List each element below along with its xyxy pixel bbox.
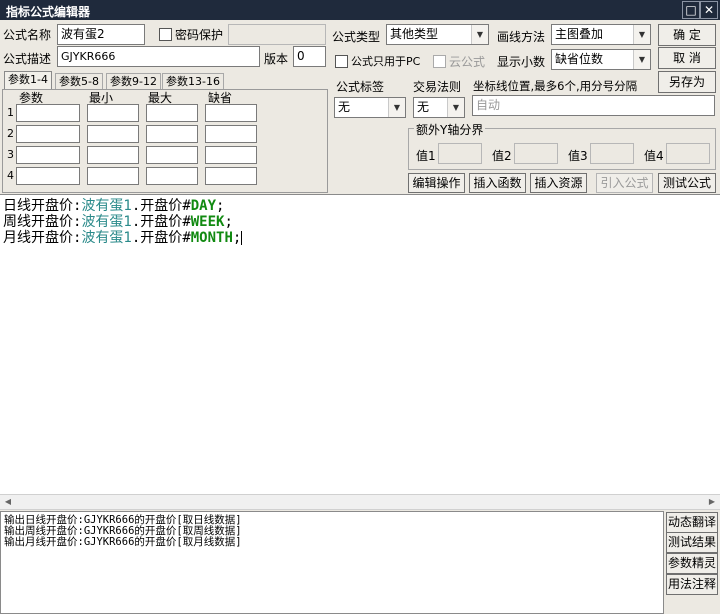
y-value-2-input[interactable]: [514, 143, 558, 164]
y-value-2-label: 值2: [492, 149, 512, 163]
param-default-input[interactable]: [205, 125, 257, 143]
output-line: 输出月线开盘价:GJYKR666的开盘价[取月线数据]: [4, 536, 242, 548]
draw-method-value: 主图叠加: [555, 27, 604, 41]
code-editor[interactable]: 日线开盘价:波有蛋1.开盘价#DAY; 周线开盘价:波有蛋1.开盘价#WEEK;…: [0, 194, 720, 494]
chevron-down-icon: ▼: [633, 50, 650, 69]
param-row-index: 2: [7, 127, 14, 140]
param-min-input[interactable]: [87, 167, 139, 185]
cloud-formula-label: 云公式: [449, 55, 486, 69]
param-name-input[interactable]: [16, 146, 80, 164]
scroll-left-icon[interactable]: ◀: [0, 495, 16, 509]
y-value-4-input[interactable]: [666, 143, 710, 164]
param-wizard-button[interactable]: 参数精灵: [666, 553, 718, 574]
param-min-input[interactable]: [87, 146, 139, 164]
pc-only-checkbox[interactable]: [335, 55, 348, 68]
save-as-button[interactable]: 另存为: [658, 71, 716, 93]
version-input[interactable]: 0: [293, 46, 326, 67]
code-line: 月线开盘价:波有蛋1.开盘价#MONTH;: [3, 230, 243, 246]
dynamic-translate-button[interactable]: 动态翻译: [666, 512, 718, 533]
param-min-input[interactable]: [87, 104, 139, 122]
draw-method-label: 画线方法: [497, 30, 546, 44]
insert-function-button[interactable]: 插入函数: [469, 173, 526, 193]
formula-type-select[interactable]: 其他类型 ▼: [386, 24, 489, 45]
param-name-input[interactable]: [16, 125, 80, 143]
window-title: 指标公式编辑器: [6, 5, 91, 19]
password-checkbox[interactable]: [159, 28, 172, 41]
formula-tag-value: 无: [338, 100, 351, 114]
decimals-label: 显示小数: [497, 55, 546, 69]
param-name-input[interactable]: [16, 104, 80, 122]
title-bar: 指标公式编辑器 □ ✕: [0, 0, 720, 20]
tab-params-9-12[interactable]: 参数9-12: [106, 73, 161, 89]
version-label: 版本: [264, 52, 289, 66]
formula-name-label: 公式名称: [3, 28, 52, 42]
param-default-input[interactable]: [205, 146, 257, 164]
decimals-value: 缺省位数: [555, 52, 604, 66]
y-value-3-input[interactable]: [590, 143, 634, 164]
scroll-right-icon[interactable]: ▶: [704, 495, 720, 509]
import-formula-button[interactable]: 引入公式: [596, 173, 653, 193]
param-max-input[interactable]: [146, 125, 198, 143]
param-default-input[interactable]: [205, 167, 257, 185]
param-max-input[interactable]: [146, 146, 198, 164]
formula-tag-select[interactable]: 无 ▼: [334, 97, 406, 118]
formula-type-label: 公式类型: [332, 30, 381, 44]
edit-operations-button[interactable]: 编辑操作: [408, 173, 465, 193]
y-value-4-label: 值4: [644, 149, 664, 163]
trade-rule-value: 无: [417, 100, 430, 114]
text-caret: [241, 231, 243, 245]
chevron-down-icon: ▼: [471, 25, 488, 44]
y-value-1-label: 值1: [416, 149, 436, 163]
param-default-input[interactable]: [205, 104, 257, 122]
formula-desc-input[interactable]: GJYKR666: [57, 46, 260, 67]
insert-resource-button[interactable]: 插入资源: [530, 173, 587, 193]
y-value-1-input[interactable]: [438, 143, 482, 164]
param-max-input[interactable]: [146, 167, 198, 185]
output-panel: 输出日线开盘价:GJYKR666的开盘价[取日线数据] 输出周线开盘价:GJYK…: [0, 511, 664, 614]
param-max-input[interactable]: [146, 104, 198, 122]
close-button[interactable]: ✕: [700, 1, 718, 19]
param-row-index: 3: [7, 148, 14, 161]
tab-params-13-16[interactable]: 参数13-16: [162, 73, 224, 89]
y-value-3-label: 值3: [568, 149, 588, 163]
pc-only-label: 公式只用于PC: [351, 55, 421, 68]
cancel-button[interactable]: 取 消: [658, 47, 716, 69]
chevron-down-icon: ▼: [447, 98, 464, 117]
usage-notes-button[interactable]: 用法注释: [666, 574, 718, 595]
code-line: 日线开盘价:波有蛋1.开盘价#DAY;: [3, 198, 225, 214]
maximize-button[interactable]: □: [682, 1, 700, 19]
formula-desc-label: 公式描述: [3, 52, 52, 66]
horizontal-scrollbar[interactable]: ◀ ▶: [0, 494, 720, 510]
ok-button[interactable]: 确 定: [658, 24, 716, 46]
formula-name-input[interactable]: 波有蛋2: [57, 24, 145, 45]
coord-lines-label: 坐标线位置,最多6个,用分号分隔: [473, 79, 638, 93]
param-min-input[interactable]: [87, 125, 139, 143]
param-row-index: 1: [7, 106, 14, 119]
decimals-select[interactable]: 缺省位数 ▼: [551, 49, 651, 70]
chevron-down-icon: ▼: [388, 98, 405, 117]
extra-y-axis-title: 额外Y轴分界: [414, 121, 486, 138]
tab-params-1-4[interactable]: 参数1-4: [4, 71, 52, 90]
param-row-index: 4: [7, 169, 14, 182]
draw-method-select[interactable]: 主图叠加 ▼: [551, 24, 651, 45]
code-line: 周线开盘价:波有蛋1.开盘价#WEEK;: [3, 214, 233, 230]
trade-rule-label: 交易法则: [413, 80, 462, 94]
formula-type-value: 其他类型: [390, 27, 439, 41]
password-input[interactable]: [228, 24, 326, 45]
trade-rule-select[interactable]: 无 ▼: [413, 97, 465, 118]
test-result-button[interactable]: 测试结果: [666, 532, 718, 553]
tab-params-5-8[interactable]: 参数5-8: [55, 73, 103, 89]
param-name-input[interactable]: [16, 167, 80, 185]
coord-lines-input[interactable]: 自动: [472, 95, 715, 116]
chevron-down-icon: ▼: [633, 25, 650, 44]
formula-tag-label: 公式标签: [336, 80, 385, 94]
password-label: 密码保护: [175, 28, 224, 42]
cloud-formula-checkbox[interactable]: [433, 55, 446, 68]
test-formula-button[interactable]: 测试公式: [658, 173, 716, 193]
